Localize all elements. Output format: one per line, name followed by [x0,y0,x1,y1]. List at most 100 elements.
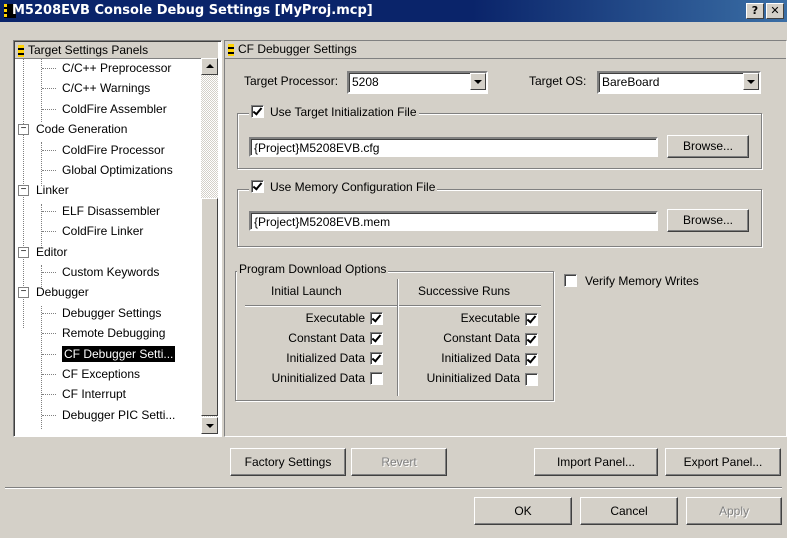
verify-memory-writes-checkbox[interactable] [564,274,577,287]
mem-file-path-field[interactable]: {Project}M5208EVB.mem [249,211,658,231]
tree-item[interactable]: CF Exceptions [42,364,141,384]
browse-mem-button[interactable]: Browse... [667,209,749,232]
header-divider [245,305,541,307]
tree-connector [42,414,56,416]
browse-init-button[interactable]: Browse... [667,135,749,158]
tree-item-label: Debugger PIC Setti... [62,407,176,422]
successive-runs-checkbox[interactable] [525,353,538,366]
revert-button[interactable]: Revert [351,448,447,476]
successive-row-label: Constant Data [443,331,520,345]
dialog-window: M5208EVB Console Debug Settings [MyProj.… [0,0,787,538]
successive-runs-checkbox[interactable] [525,333,538,346]
tree-item-label: ELF Disassembler [62,203,161,218]
ok-button[interactable]: OK [474,497,572,525]
tree-item[interactable]: CF Interrupt [42,384,126,404]
title-bar[interactable]: M5208EVB Console Debug Settings [MyProj.… [0,0,787,22]
initial-launch-checkbox[interactable] [370,312,383,325]
tree-connector [42,353,56,355]
collapse-icon[interactable]: − [18,124,29,136]
chevron-down-icon[interactable] [743,73,759,90]
column-divider [397,279,399,396]
tree-item[interactable]: − Linker [18,180,69,200]
initial-row-label: Uninitialized Data [271,371,365,385]
use-init-file-checkbox[interactable] [251,105,264,118]
download-options-title: Program Download Options [237,262,389,276]
tree-connector [42,333,56,335]
factory-settings-button[interactable]: Factory Settings [230,448,346,476]
collapse-icon[interactable]: − [18,287,29,299]
tree-item[interactable]: ELF Disassembler [42,201,161,221]
tree-item-label: CF Debugger Setti... [62,345,176,362]
tree-item-label: CF Exceptions [62,367,141,381]
tree-item-label: Debugger Settings [62,305,162,320]
tree-item-label: ColdFire Linker [62,224,144,239]
successive-runs-header: Successive Runs [418,284,511,298]
window-title: M5208EVB Console Debug Settings [MyProj.… [12,3,373,18]
scroll-thumb[interactable] [201,198,218,416]
close-button[interactable]: ✕ [766,3,784,19]
tree-item[interactable]: Global Optimizations [42,160,173,180]
init-file-path-value: {Project}M5208EVB.cfg [254,141,380,155]
successive-runs-checkbox[interactable] [525,313,538,326]
use-init-file-label: Use Target Initialization File [270,105,417,119]
tree-connector [41,142,42,186]
use-mem-file-checkbox[interactable] [251,180,264,193]
tree-item[interactable]: − Code Generation [18,119,127,139]
collapse-icon[interactable]: − [18,246,29,258]
tree-connector [42,374,56,375]
successive-row-label: Executable [460,311,520,325]
tree-header: Target Settings Panels [15,42,218,59]
tree-connector [42,231,56,233]
initial-launch-checkbox[interactable] [370,332,383,345]
verify-memory-writes-label: Verify Memory Writes [585,274,699,288]
tree-connector [42,68,56,69]
successive-row-label: Initialized Data [441,351,520,365]
tree-item[interactable]: Debugger Settings [42,303,162,323]
mem-file-group-title: Use Memory Configuration File [249,180,438,194]
scroll-down-button[interactable] [201,417,218,434]
tree-item[interactable]: Remote Debugging [42,323,166,343]
export-panel-button[interactable]: Export Panel... [665,448,781,476]
tree-item-label: ColdFire Processor [62,142,165,157]
tree-item-label: Remote Debugging [62,326,166,341]
tree-connector [42,272,56,273]
tree-item-label: Editor [36,244,68,259]
tree-item[interactable]: Debugger PIC Setti... [42,405,176,425]
initial-row-label: Initialized Data [286,351,365,365]
tree-item[interactable]: ColdFire Linker [42,221,144,241]
tree-item-label: Custom Keywords [62,265,160,279]
tree-item[interactable]: ColdFire Processor [42,140,165,160]
target-settings-tree[interactable]: Target Settings Panels C/C++ Preprocesso… [13,40,222,437]
tree-item[interactable]: ColdFire Assembler [42,99,167,119]
tree-scrollbar[interactable] [201,58,218,434]
tree-connector [42,210,56,212]
tree-item[interactable]: CF Debugger Setti... [42,344,176,364]
panel-marker-icon [18,44,24,57]
settings-panel: CF Debugger Settings Target Processor: 5… [224,40,787,437]
initial-launch-checkbox[interactable] [370,372,383,385]
tree-item[interactable]: − Debugger [18,282,89,302]
tree-item[interactable]: C/C++ Preprocessor [42,58,171,78]
chevron-down-icon[interactable] [470,73,486,90]
tree-item[interactable]: C/C++ Warnings [42,78,150,98]
initial-row-label: Constant Data [288,331,365,345]
apply-button[interactable]: Apply [686,497,782,525]
help-button[interactable]: ? [746,3,764,19]
target-processor-value: 5208 [352,75,379,89]
tree-item-label: Linker [36,183,69,198]
init-file-group-title: Use Target Initialization File [249,105,419,119]
target-processor-select[interactable]: 5208 [347,71,488,94]
scroll-up-button[interactable] [201,58,218,75]
init-file-path-field[interactable]: {Project}M5208EVB.cfg [249,137,658,157]
collapse-icon[interactable]: − [18,185,29,197]
successive-runs-checkbox[interactable] [525,373,538,386]
target-processor-label: Target Processor: [244,74,339,88]
target-os-select[interactable]: BareBoard [597,71,761,94]
initial-row-label: Executable [305,311,365,325]
import-panel-button[interactable]: Import Panel... [534,448,658,476]
tree-connector [42,394,56,396]
tree-item[interactable]: Custom Keywords [42,262,160,282]
cancel-button[interactable]: Cancel [580,497,678,525]
initial-launch-checkbox[interactable] [370,352,383,365]
tree-item[interactable]: − Editor [18,242,68,262]
